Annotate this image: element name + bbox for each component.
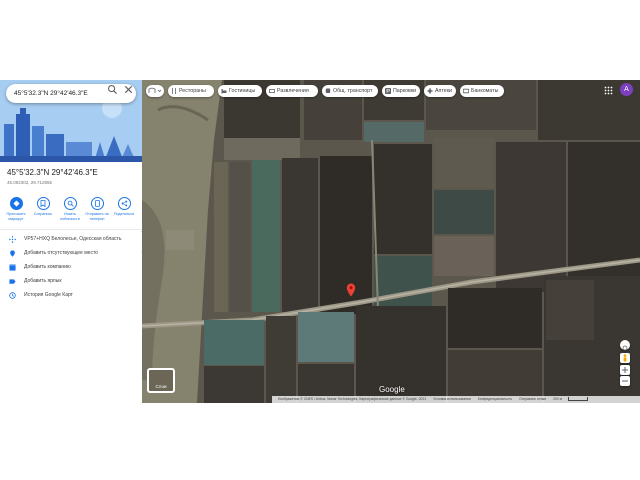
place-coordinates[interactable]: 45.092302, 29.712855 [7,180,52,185]
parking-icon [385,88,391,94]
chip-hotels[interactable]: Гостиницы [218,85,262,97]
attribution-text: Изображения © CNES / Airbus, Maxar Techn… [278,397,427,401]
feedback-link[interactable]: Отправить отзыв [519,397,546,401]
place-hero-image[interactable] [0,80,142,162]
chip-atms[interactable]: Банкоматы [460,85,504,97]
directions-icon [12,200,20,207]
transit-icon [325,88,331,93]
close-icon[interactable] [123,84,134,95]
explore-icon [148,87,162,93]
add-label-row[interactable]: Добавить ярлык [0,275,142,288]
search-input[interactable] [14,87,106,100]
chip-entertainment[interactable]: Развлечения [266,85,318,97]
location-pin-icon[interactable] [346,283,356,297]
explore-chip[interactable] [146,85,164,97]
nearby-button[interactable]: Искать поблизости [57,197,83,227]
pegman-icon [623,354,627,362]
maps-history-row[interactable]: История Google Карт [0,289,142,302]
add-place-row[interactable]: Добавить отсутствующее место [0,247,142,260]
plus-icon [622,367,628,373]
add-business-row[interactable]: Добавить компанию [0,261,142,274]
chip-parking[interactable]: Парковки [382,85,420,97]
pegman-button[interactable] [620,353,630,363]
send-to-phone-button[interactable]: Отправить на телефон [84,197,110,227]
add-place-icon [10,250,15,257]
plus-code-row[interactable]: VP57+HXQ Белолесье, Одесская область [0,233,142,246]
divider [0,229,142,230]
business-icon [9,264,16,271]
place-title: 45°5'32.3"N 29°42'46.3"E [7,168,98,177]
terms-link[interactable]: Условия использования [433,397,471,401]
layers-button[interactable]: Слои [147,368,175,393]
atm-icon [463,88,469,94]
entertainment-icon [269,89,275,93]
privacy-link[interactable]: Конфиденциальность [478,397,512,401]
zoom-in-button[interactable] [620,365,630,375]
pharmacy-icon [427,88,433,94]
minus-icon [622,380,628,382]
share-button[interactable]: Поделиться [111,197,137,227]
maps-window: 45°5'32.3"N 29°42'46.3"E 45.092302, 29.7… [0,80,640,403]
map-footer: Изображения © CNES / Airbus, Maxar Techn… [272,396,640,403]
account-avatar[interactable]: A [620,83,633,96]
chip-restaurants[interactable]: Рестораны [168,85,214,97]
my-location-button[interactable] [620,340,630,351]
chip-transit[interactable]: Общ. транспорт [322,85,378,97]
chip-pharmacies[interactable]: Аптеки [424,85,456,97]
zoom-out-button[interactable] [620,376,630,386]
label-icon [9,279,16,284]
my-location-icon [622,345,628,351]
restaurant-icon [172,88,176,94]
side-panel: 45°5'32.3"N 29°42'46.3"E 45.092302, 29.7… [0,80,143,403]
directions-button[interactable]: Проложить маршрут [3,197,29,227]
save-button[interactable]: Сохранить [30,197,56,227]
action-bar: Проложить маршрут Сохранить Искать побли… [3,197,139,227]
search-box [6,84,136,103]
hotel-icon [221,89,227,94]
satellite-map[interactable]: Рестораны Гостиницы Развлечения Общ. тра… [142,80,640,403]
scale-label[interactable]: 200 м [553,397,562,401]
scale-bar [567,397,588,402]
phone-icon [94,200,100,207]
satellite-imagery [142,80,640,403]
nearby-icon [67,200,74,207]
search-icon[interactable] [107,84,118,95]
bookmark-icon [40,200,46,207]
share-icon [121,200,127,207]
apps-grid-icon[interactable] [604,86,613,95]
plus-code-icon [9,236,16,243]
history-icon [9,292,16,299]
google-logo: Google [379,385,405,394]
